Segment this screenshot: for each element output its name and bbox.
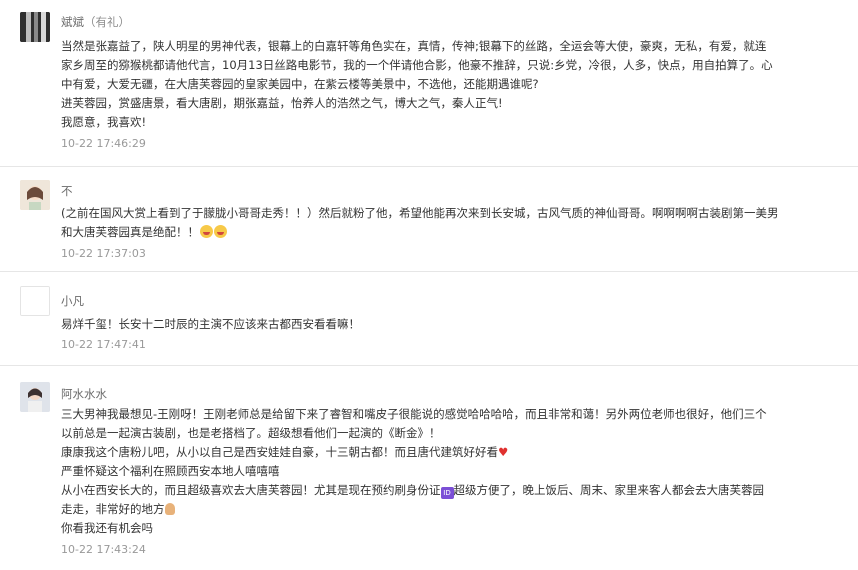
comment-line: 以前总是一起演古装剧，也是老搭档了。超级想看他们一起演的《断金》！ [61,426,441,440]
comment-line: 你看我还有机会吗 [61,521,153,535]
comment-text: (之前在国风大赏上看到了于朦胧小哥哥走秀！！）然后就粉了他，希望他能再次来到长安… [61,204,806,242]
comment-line: 中有爱，大爱无疆，在大唐芙蓉园的皇家美园中，在紫云楼等美景中，不选他，还能期遇谁… [61,77,539,91]
heart-emoji-icon: ♥ [498,445,509,459]
comment-author[interactable]: 不 [61,183,73,199]
comment-text: 易烊千玺！长安十二时辰的主演不应该来古都西安看看嘛！ [61,315,806,334]
comment-item: 阿水水水 三大男神我最想见-王刚呀！王刚老师总是给留下来了睿智和嘴皮子很能说的感… [0,366,858,570]
comment-line: 家乡周至的猕猴桃都请他代言，10月13日丝路电影节，我的一个伴请他合影，他豪不推… [61,58,773,72]
comment-line: 易烊千玺！长安十二时辰的主演不应该来古都西安看看嘛！ [61,317,360,331]
comment-timestamp: 10-22 17:37:03 [61,247,146,260]
author-note: （有礼） [84,15,130,29]
avatar-blank-icon [21,287,49,315]
comment-line: 三大男神我最想见-王刚呀！王刚老师总是给留下来了睿智和嘴皮子很能说的感觉哈哈哈哈… [61,407,767,421]
comment-line: 和大唐芙蓉园真是绝配！！ [61,223,806,242]
comment-line-text: 从小在西安长大的，而且超级喜欢去大唐芙蓉园！尤其是现在预约刷身份证 [61,483,441,497]
comment-author[interactable]: 斌斌（有礼） [61,14,130,30]
id-button-emoji-icon: ID [440,487,454,499]
avatar[interactable] [20,180,50,210]
comment-line: 康康我这个唐粉儿吧，从小以自己是西安娃娃自豪，十三朝古都！而且唐代建筑好好看♥ [61,443,806,462]
comment-timestamp: 10-22 17:47:41 [61,338,146,351]
comment-line: 从小在西安长大的，而且超级喜欢去大唐芙蓉园！尤其是现在预约刷身份证 ID 超级方便了… [61,481,806,500]
avatar[interactable] [20,382,50,412]
avatar[interactable] [20,12,50,42]
comment-timestamp: 10-22 17:43:24 [61,543,146,556]
comment-item: 小凡 易烊千玺！长安十二时辰的主演不应该来古都西安看看嘛！ 10-22 17:4… [0,272,858,366]
comment-text: 三大男神我最想见-王刚呀！王刚老师总是给留下来了睿智和嘴皮子很能说的感觉哈哈哈哈… [61,405,806,538]
comment-line: 进芙蓉园，赏盛唐景，看大唐剧，期张嘉益，怡养人的浩然之气，博大之气，秦人正气! [61,96,503,110]
comment-line: 当然是张嘉益了，陕人明星的男神代表，银幕上的白嘉轩等角色实在，真情，传神;银幕下… [61,39,767,53]
avatar-photo-icon [20,12,50,42]
comment-item: 斌斌（有礼） 当然是张嘉益了，陕人明星的男神代表，银幕上的白嘉轩等角色实在，真情… [0,0,858,167]
comment-line-text: 超级方便了，晚上饭后、周末、家里来客人都会去大唐芙蓉园 [453,483,765,497]
comment-line: (之前在国风大赏上看到了于朦胧小哥哥走秀！！）然后就粉了他，希望他能再次来到长安… [61,206,779,220]
avatar-girl-icon [20,180,50,210]
comment-author[interactable]: 小凡 [61,293,84,309]
comment-author[interactable]: 阿水水水 [61,386,107,402]
comment-text: 当然是张嘉益了，陕人明星的男神代表，银幕上的白嘉轩等角色实在，真情，传神;银幕下… [61,37,806,132]
laughing-face-emoji-icon [200,225,213,238]
comment-line-text: 和大唐芙蓉园真是绝配！！ [61,225,199,239]
comment-timestamp: 10-22 17:46:29 [61,137,146,150]
comment-line: 我愿意，我喜欢! [61,115,147,129]
ok-hand-emoji-icon [164,503,175,515]
avatar[interactable] [20,286,50,316]
comment-line-text: 康康我这个唐粉儿吧，从小以自己是西安娃娃自豪，十三朝古都！而且唐代建筑好好看 [61,445,498,459]
comment-line-text: 走走，非常好的地方 [61,502,165,516]
laughing-face-emoji-icon [214,225,227,238]
comment-line: 走走，非常好的地方 [61,500,806,519]
comment-item: 不 (之前在国风大赏上看到了于朦胧小哥哥走秀！！）然后就粉了他，希望他能再次来到… [0,167,858,272]
comment-line: 严重怀疑这个福利在照顾西安本地人嘻嘻嘻 [61,464,280,478]
avatar-girl-2-icon [20,382,50,412]
